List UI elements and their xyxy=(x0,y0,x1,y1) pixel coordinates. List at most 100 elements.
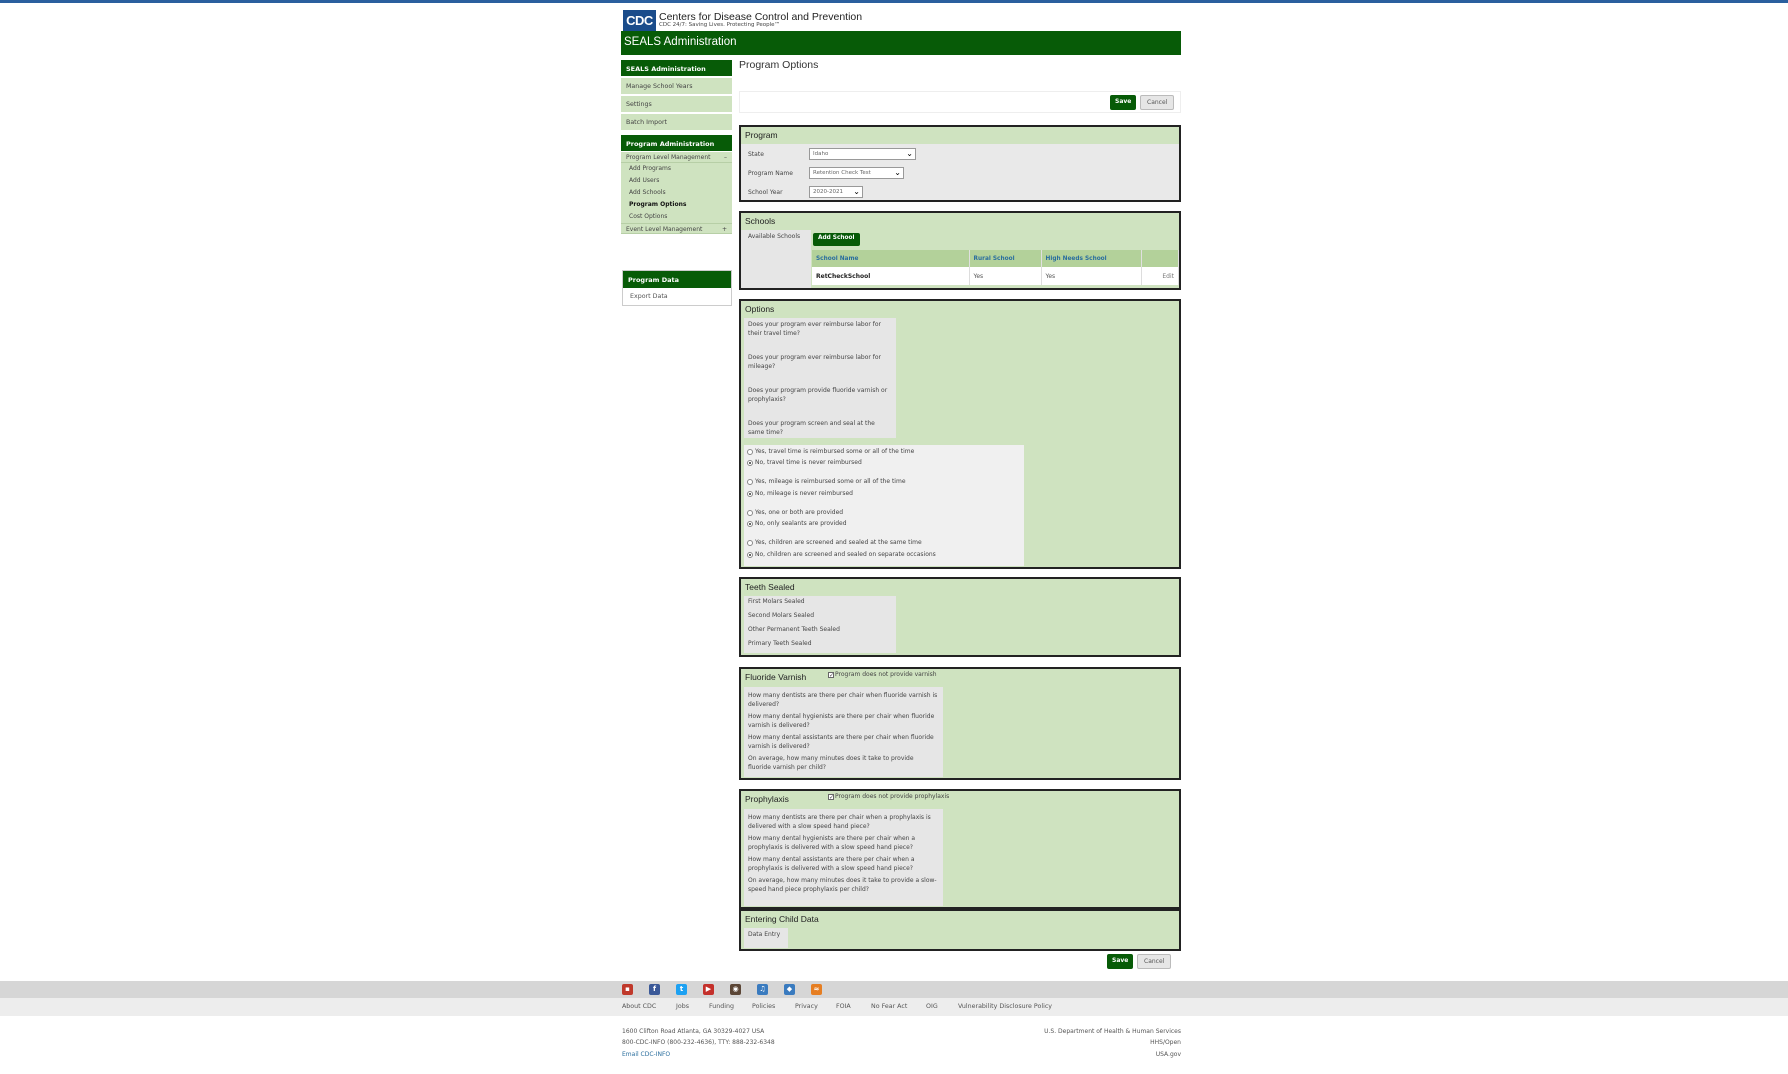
sidebar-item-program-level[interactable]: Program Level Management – xyxy=(621,152,732,163)
primary-teeth-label: Primary Teeth Sealed xyxy=(748,640,812,647)
school-year-label: School Year xyxy=(748,189,783,196)
sidebar-item-cost-options[interactable]: Cost Options xyxy=(621,211,732,223)
podcast-icon[interactable]: ♫ xyxy=(757,984,768,995)
sidebar-section-program-admin[interactable]: Program Administration xyxy=(621,135,732,151)
footer-email-link[interactable]: Email CDC-INFO xyxy=(622,1051,670,1058)
footer-link-funding[interactable]: Funding xyxy=(709,1003,734,1010)
sidebar-item-batch-import[interactable]: Batch Import xyxy=(621,114,732,130)
instagram-icon[interactable]: ◉ xyxy=(730,984,741,995)
export-data-link[interactable]: Export Data xyxy=(623,288,731,305)
radio-travel-yes-label: Yes, travel time is reimbursed some or a… xyxy=(755,448,915,455)
footer-link-foia[interactable]: FOIA xyxy=(836,1003,851,1010)
tagline: CDC 24/7: Saving Lives. Protecting Peopl… xyxy=(659,22,781,28)
sidebar-item-event-level[interactable]: Event Level Management + xyxy=(621,223,732,234)
radio-mileage-yes[interactable]: Yes, mileage is reimbursed some or all o… xyxy=(747,478,906,485)
program-level-submenu: Program Level Management – Add Programs … xyxy=(621,152,732,234)
footer-hhs-open-link[interactable]: HHS/Open xyxy=(1150,1039,1181,1046)
sidebar-item-settings[interactable]: Settings xyxy=(621,96,732,112)
no-varnish-checkbox[interactable]: ✓Program does not provide varnish xyxy=(828,671,937,678)
radio-selected-icon[interactable] xyxy=(747,551,753,558)
cdc-brand[interactable]: CDC Centers for Disease Control and Prev… xyxy=(623,9,862,31)
radio-icon[interactable] xyxy=(747,478,753,485)
main-content: Program Options Save Cancel Program Stat… xyxy=(739,59,1181,969)
col-school-name[interactable]: School Name xyxy=(812,250,970,267)
question-mileage: Does your program ever reimburse labor f… xyxy=(748,354,882,370)
twitter-icon[interactable]: t xyxy=(676,984,687,995)
youtube-icon[interactable]: ▶ xyxy=(703,984,714,995)
radio-screen-yes[interactable]: Yes, children are screened and sealed at… xyxy=(747,539,922,546)
radio-selected-icon[interactable] xyxy=(747,520,753,527)
expand-icon[interactable]: + xyxy=(722,226,727,233)
schools-table: School Name Rural School High Needs Scho… xyxy=(812,250,1179,285)
chevron-down-icon: ⌄ xyxy=(853,187,860,196)
options-section: Options Does your program ever reimburse… xyxy=(739,299,1181,569)
radio-screen-no[interactable]: No, children are screened and sealed on … xyxy=(747,551,936,558)
radio-provided-yes[interactable]: Yes, one or both are provided xyxy=(747,509,843,516)
radio-screen-no-label: No, children are screened and sealed on … xyxy=(755,551,936,558)
edit-link[interactable]: Edit xyxy=(1141,267,1179,285)
child-data-section: Entering Child Data Data Entry xyxy=(739,909,1181,951)
varnish-q-dentists: How many dentists are there per chair wh… xyxy=(748,692,938,708)
sidebar-item-add-programs[interactable]: Add Programs xyxy=(621,163,732,175)
footer-address: 1600 Clifton Road Atlanta, GA 30329-4027… xyxy=(622,1028,765,1035)
col-rural-school[interactable]: Rural School xyxy=(969,250,1042,267)
radio-travel-no[interactable]: No, travel time is never reimbursed xyxy=(747,459,862,466)
schools-table-wrap: School Name Rural School High Needs Scho… xyxy=(812,250,1179,285)
radio-icon[interactable] xyxy=(747,448,753,455)
sidebar-item-manage-school-years[interactable]: Manage School Years xyxy=(621,78,732,94)
facebook-icon[interactable]: f xyxy=(649,984,660,995)
org-name: Centers for Disease Control and Preventi… xyxy=(659,10,863,23)
radio-selected-icon[interactable] xyxy=(747,459,753,466)
footer-link-about[interactable]: About CDC xyxy=(622,1003,656,1010)
footer-hhs-link[interactable]: U.S. Department of Health & Human Servic… xyxy=(1044,1028,1181,1035)
top-accent-line xyxy=(0,0,1788,3)
table-header-row: School Name Rural School High Needs Scho… xyxy=(812,250,1179,267)
radio-icon[interactable] xyxy=(747,509,753,516)
footer-links-bar: About CDC Jobs Funding Policies Privacy … xyxy=(0,998,1788,1016)
cdc-logo[interactable]: CDC xyxy=(623,9,656,31)
sidebar-item-program-options[interactable]: Program Options xyxy=(621,199,732,211)
program-section-title: Program xyxy=(745,130,778,140)
no-prophylaxis-checkbox[interactable]: ✓Program does not provide prophylaxis xyxy=(828,793,949,800)
footer-link-oig[interactable]: OIG xyxy=(926,1003,938,1010)
program-level-label: Program Level Management xyxy=(626,154,711,161)
footer-link-privacy[interactable]: Privacy xyxy=(795,1003,818,1010)
collapse-icon[interactable]: – xyxy=(724,154,727,161)
footer-usagov-link[interactable]: USA.gov xyxy=(1156,1051,1181,1058)
program-name-select[interactable]: Retention Check Test ⌄ xyxy=(809,167,904,179)
question-screen-seal: Does your program screen and seal at the… xyxy=(748,420,875,436)
radio-selected-icon[interactable] xyxy=(747,490,753,497)
cancel-button-top[interactable]: Cancel xyxy=(1140,95,1175,110)
question-travel-time: Does your program ever reimburse labor f… xyxy=(748,321,882,337)
state-select[interactable]: Idaho ⌄ xyxy=(809,148,916,160)
radio-travel-yes[interactable]: Yes, travel time is reimbursed some or a… xyxy=(747,448,914,455)
sidebar-section-seals-admin[interactable]: SEALS Administration xyxy=(621,60,732,76)
sidebar-item-add-users[interactable]: Add Users xyxy=(621,175,732,187)
footer-link-jobs[interactable]: Jobs xyxy=(676,1003,689,1010)
rss-icon[interactable]: ≈ xyxy=(811,984,822,995)
school-name-cell: RetCheckSchool xyxy=(812,267,970,285)
cdc-widget-icon[interactable]: ▪ xyxy=(622,984,633,995)
cancel-button-bottom[interactable]: Cancel xyxy=(1137,954,1172,969)
save-button-top[interactable]: Save xyxy=(1110,95,1137,110)
footer-link-policies[interactable]: Policies xyxy=(752,1003,775,1010)
checkbox-checked-icon[interactable]: ✓ xyxy=(828,793,834,800)
data-entry-label: Data Entry xyxy=(748,931,781,938)
prophylaxis-q-hygienists: How many dental hygienists are there per… xyxy=(748,835,916,851)
save-button-bottom[interactable]: Save xyxy=(1107,954,1134,969)
school-year-select[interactable]: 2020-2021 ⌄ xyxy=(809,186,863,198)
checkbox-checked-icon[interactable]: ✓ xyxy=(828,671,834,678)
event-level-label: Event Level Management xyxy=(626,226,703,233)
sidebar-item-add-schools[interactable]: Add Schools xyxy=(621,187,732,199)
prophylaxis-q-dentists: How many dentists are there per chair wh… xyxy=(748,814,931,830)
radio-mileage-yes-label: Yes, mileage is reimbursed some or all o… xyxy=(755,478,906,485)
add-school-button[interactable]: Add School xyxy=(813,233,860,246)
syndication-icon[interactable]: ◆ xyxy=(784,984,795,995)
footer-link-vulnerability[interactable]: Vulnerability Disclosure Policy xyxy=(958,1003,1052,1010)
radio-provided-no[interactable]: No, only sealants are provided xyxy=(747,520,847,527)
footer-link-no-fear-act[interactable]: No Fear Act xyxy=(871,1003,907,1010)
col-high-needs-school[interactable]: High Needs School xyxy=(1041,250,1142,267)
radio-icon[interactable] xyxy=(747,539,753,546)
radio-mileage-no[interactable]: No, mileage is never reimbursed xyxy=(747,490,853,497)
second-molars-label: Second Molars Sealed xyxy=(748,612,815,619)
